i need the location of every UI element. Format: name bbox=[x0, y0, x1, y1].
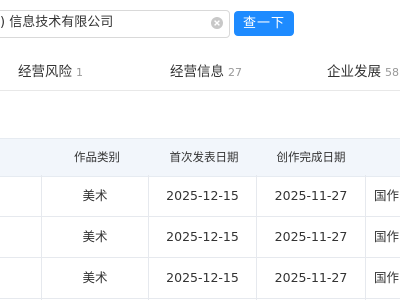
page-root: ) 信息技术有限公司 查一下 经营风险 1 经营信息 27 企业发展 58 作品类别 … bbox=[0, 0, 400, 300]
tab-count: 58 bbox=[385, 66, 399, 79]
cell-extra: 国作 bbox=[374, 270, 400, 285]
cell-publish-date: 2025-12-15 bbox=[166, 270, 239, 285]
clear-icon[interactable] bbox=[209, 15, 225, 31]
table-header: 作品类别 首次发表日期 创作完成日期 bbox=[0, 138, 400, 177]
tab-business-risk[interactable]: 经营风险 1 bbox=[18, 60, 83, 82]
tab-business-info[interactable]: 经营信息 27 bbox=[170, 60, 242, 82]
cell-complete-date: 2025-11-27 bbox=[274, 229, 348, 244]
cell-complete-date: 2025-11-27 bbox=[274, 270, 348, 285]
tab-count: 1 bbox=[76, 66, 83, 79]
cell-category: 美术 bbox=[82, 229, 108, 244]
cell-extra: 国作 bbox=[374, 188, 400, 203]
cell-publish-date: 2025-12-15 bbox=[166, 229, 239, 244]
cell-publish-date: 2025-12-15 bbox=[166, 188, 239, 203]
search-button[interactable]: 查一下 bbox=[234, 11, 294, 36]
cell-extra: 国作 bbox=[374, 229, 400, 244]
cell-category: 美术 bbox=[82, 188, 108, 203]
tab-label: 经营信息 bbox=[170, 64, 224, 80]
column-header-publish-date: 首次发表日期 bbox=[169, 150, 239, 164]
tabs-divider bbox=[0, 90, 400, 91]
column-header-category: 作品类别 bbox=[74, 150, 120, 164]
table-row[interactable]: 美术 2025-12-15 2025-11-27 国作 bbox=[0, 175, 400, 217]
table-row[interactable]: 美术 2025-12-15 2025-11-27 国作 bbox=[0, 257, 400, 299]
table-row[interactable]: 美术 2025-12-15 2025-11-27 国作 bbox=[0, 216, 400, 258]
cell-category: 美术 bbox=[82, 270, 108, 285]
tab-count: 27 bbox=[228, 66, 242, 79]
tab-label: 经营风险 bbox=[18, 64, 72, 80]
column-header-complete-date: 创作完成日期 bbox=[276, 150, 346, 164]
tab-label: 企业发展 bbox=[327, 64, 381, 80]
cell-complete-date: 2025-11-27 bbox=[274, 188, 348, 203]
tab-enterprise-development[interactable]: 企业发展 58 bbox=[327, 60, 399, 82]
search-input-value: ) 信息技术有限公司 bbox=[0, 15, 114, 30]
